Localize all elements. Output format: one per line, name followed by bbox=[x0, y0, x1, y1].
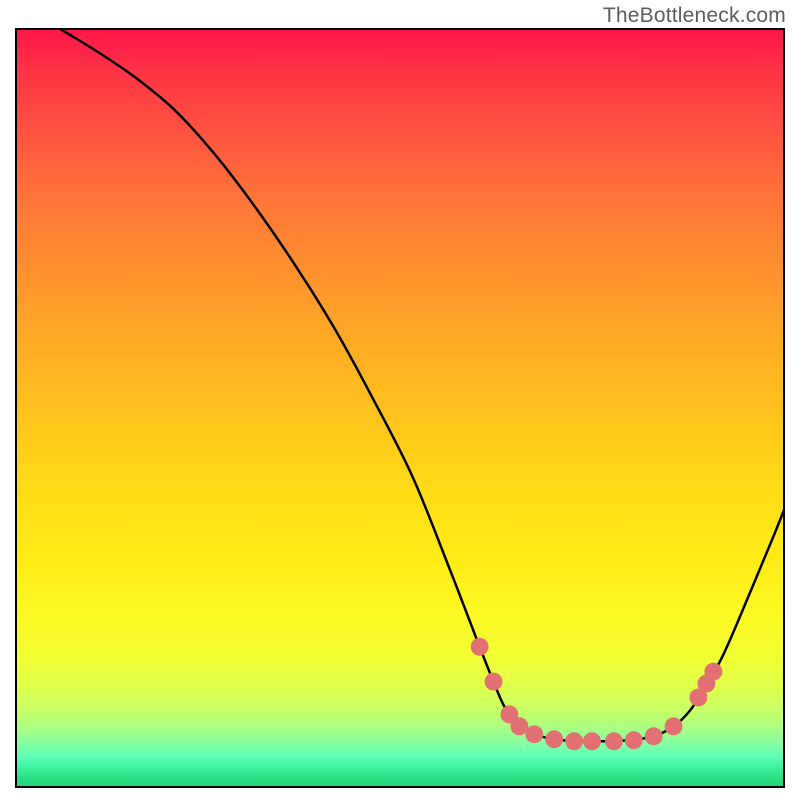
highlight-dot bbox=[471, 638, 489, 656]
highlight-dot bbox=[665, 717, 683, 735]
highlight-dot bbox=[485, 673, 503, 691]
highlight-dot bbox=[525, 725, 543, 743]
watermark-text: TheBottleneck.com bbox=[603, 4, 786, 28]
highlight-dot bbox=[583, 732, 601, 750]
highlight-dot bbox=[645, 727, 663, 745]
highlight-dot bbox=[605, 732, 623, 750]
chart-svg bbox=[17, 30, 783, 786]
chart-plot-area bbox=[15, 28, 785, 788]
highlight-dot bbox=[565, 732, 583, 750]
highlight-dot bbox=[545, 730, 563, 748]
highlighted-points-group bbox=[471, 638, 723, 750]
highlight-dot bbox=[625, 731, 643, 749]
highlight-dot bbox=[704, 663, 722, 681]
bottleneck-curve bbox=[57, 30, 783, 741]
